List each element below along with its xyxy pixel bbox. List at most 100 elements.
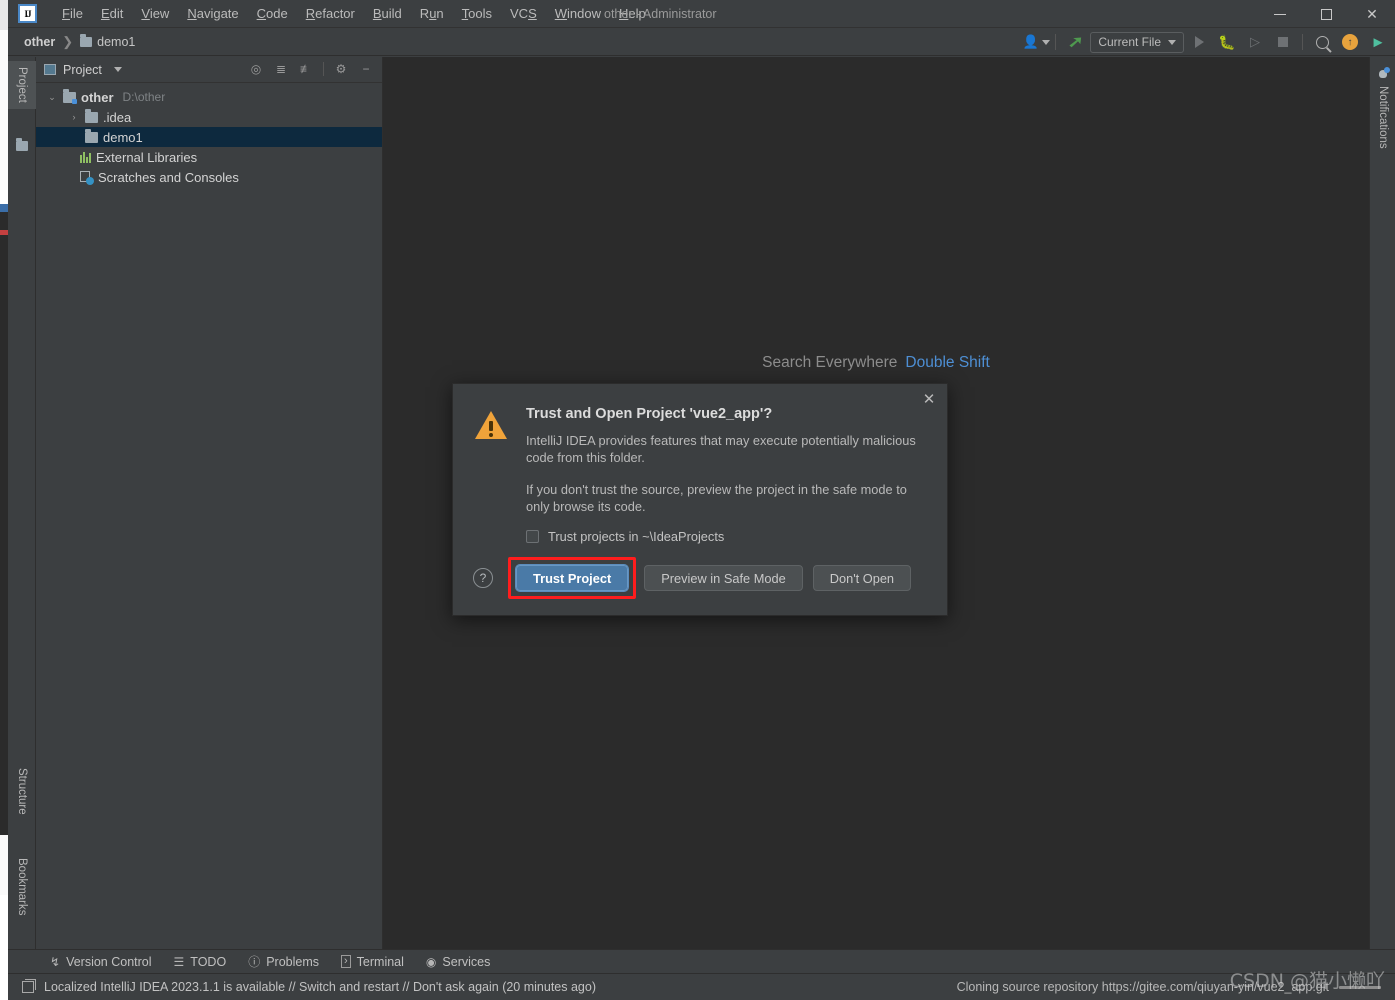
dialog-title: Trust and Open Project 'vue2_app'? bbox=[526, 406, 773, 422]
chevron-down-icon bbox=[113, 67, 122, 72]
breadcrumb-root[interactable]: other bbox=[21, 33, 58, 51]
tree-node-label: Scratches and Consoles bbox=[98, 169, 239, 185]
menu-run[interactable]: Run bbox=[411, 2, 453, 25]
toolbar-divider bbox=[1302, 34, 1303, 50]
tree-node-label: other bbox=[81, 89, 114, 105]
tree-node-demo1[interactable]: demo1 bbox=[36, 127, 382, 147]
trust-project-dialog: ✕ Trust and Open Project 'vue2_app'? Int… bbox=[452, 383, 948, 616]
menu-bar: File Edit View Navigate Code Refactor Bu… bbox=[53, 2, 655, 25]
menu-tools[interactable]: Tools bbox=[453, 2, 501, 25]
menu-code[interactable]: Code bbox=[248, 2, 297, 25]
coverage-icon: ▷ bbox=[1250, 34, 1260, 49]
maximize-button[interactable] bbox=[1303, 0, 1349, 28]
status-bar-left: Localized IntelliJ IDEA 2023.1.1 is avai… bbox=[22, 979, 596, 994]
tool-window-services-label: Services bbox=[442, 954, 491, 969]
ide-assistant-button[interactable]: ► bbox=[1365, 31, 1391, 53]
settings-gear-button[interactable]: ⚙ bbox=[330, 59, 352, 79]
stop-icon bbox=[1278, 37, 1288, 47]
search-everywhere-shortcut: Double Shift bbox=[905, 354, 990, 371]
status-message[interactable]: Localized IntelliJ IDEA 2023.1.1 is avai… bbox=[44, 980, 596, 994]
play-circle-icon: ◉ bbox=[425, 954, 437, 969]
trust-projects-checkbox-row[interactable]: Trust projects in ~\IdeaProjects bbox=[526, 529, 929, 544]
run-configuration-label: Current File bbox=[1098, 35, 1161, 49]
preview-in-safe-mode-button[interactable]: Preview in Safe Mode bbox=[644, 565, 803, 591]
window-title: other - Administrator bbox=[604, 7, 717, 21]
menu-window[interactable]: Window bbox=[546, 2, 610, 25]
search-everywhere-button[interactable] bbox=[1309, 31, 1335, 53]
menu-refactor[interactable]: Refactor bbox=[297, 2, 364, 25]
tree-node-scratches-and-consoles[interactable]: Scratches and Consoles bbox=[36, 167, 382, 187]
sidebar-item-project-icon-slot[interactable] bbox=[8, 135, 36, 157]
tool-window-version-control-label: Version Control bbox=[66, 954, 152, 969]
help-button[interactable]: ? bbox=[473, 568, 493, 588]
tool-window-todo[interactable]: ☰ TODO bbox=[164, 953, 237, 971]
list-icon: ☰ bbox=[173, 954, 185, 969]
dialog-body: Trust and Open Project 'vue2_app'? Intel… bbox=[526, 406, 929, 544]
minimize-icon bbox=[1274, 13, 1286, 15]
breadcrumb-child-label: demo1 bbox=[97, 34, 136, 49]
breadcrumb-child[interactable]: demo1 bbox=[77, 33, 138, 51]
right-tool-strip: Notifications bbox=[1369, 57, 1395, 949]
tree-node-path: D:\other bbox=[122, 90, 166, 104]
sidebar-item-structure[interactable]: Structure bbox=[8, 762, 36, 821]
trust-projects-checkbox-label: Trust projects in ~\IdeaProjects bbox=[548, 529, 725, 545]
tree-node-external-libraries[interactable]: External Libraries bbox=[36, 147, 382, 167]
build-project-button[interactable]: ➚ bbox=[1062, 31, 1088, 53]
collapse-all-button[interactable]: ≢ bbox=[295, 59, 317, 79]
left-tool-strip: Project Structure Bookmarks bbox=[8, 57, 36, 949]
chevron-right-icon[interactable]: › bbox=[68, 112, 80, 122]
run-with-coverage-button[interactable]: ▷ bbox=[1242, 31, 1268, 53]
menu-edit[interactable]: Edit bbox=[92, 2, 132, 25]
sidebar-item-bookmarks-label: Bookmarks bbox=[16, 858, 28, 916]
chevron-down-icon[interactable]: ⌄ bbox=[46, 92, 58, 103]
tool-window-problems[interactable]: ⓘ Problems bbox=[238, 951, 329, 972]
menu-build[interactable]: Build bbox=[364, 2, 411, 25]
sidebar-item-bookmarks[interactable]: Bookmarks bbox=[8, 852, 36, 922]
module-folder-icon bbox=[63, 88, 77, 104]
breadcrumb: other ❯ demo1 bbox=[21, 33, 138, 51]
debug-button[interactable]: 🐛 bbox=[1214, 31, 1240, 53]
menu-view[interactable]: View bbox=[132, 2, 178, 25]
hide-panel-button[interactable]: − bbox=[355, 59, 377, 79]
tree-node-label: External Libraries bbox=[96, 149, 198, 165]
sidebar-item-notifications[interactable]: Notifications bbox=[1370, 63, 1395, 155]
run-configuration-selector[interactable]: Current File bbox=[1090, 31, 1184, 53]
stop-button[interactable] bbox=[1270, 31, 1296, 53]
expand-all-button[interactable]: ≣ bbox=[270, 59, 292, 79]
tree-node-other[interactable]: ⌄ other D:\other bbox=[36, 87, 382, 107]
dont-open-button[interactable]: Don't Open bbox=[812, 565, 912, 591]
tool-window-problems-label: Problems bbox=[266, 954, 319, 969]
title-bar: IJ File Edit View Navigate Code Refactor… bbox=[8, 0, 1395, 28]
project-panel-title[interactable]: Project bbox=[44, 63, 122, 77]
tree-node-idea[interactable]: › .idea bbox=[36, 107, 382, 127]
trust-project-button[interactable]: Trust Project bbox=[514, 564, 630, 592]
chevron-down-icon bbox=[1041, 39, 1050, 45]
updates-button[interactable]: ↑ bbox=[1337, 31, 1363, 53]
menu-navigate[interactable]: Navigate bbox=[178, 2, 247, 25]
dialog-footer: ? Trust Project Preview in Safe Mode Don… bbox=[453, 557, 947, 599]
tree-node-label: demo1 bbox=[103, 129, 143, 145]
trust-projects-checkbox[interactable] bbox=[526, 530, 539, 544]
run-button[interactable] bbox=[1186, 31, 1212, 53]
close-button[interactable]: ✕ bbox=[1349, 0, 1395, 28]
person-icon: 👤 bbox=[1022, 34, 1039, 49]
dialog-paragraph-1: IntelliJ IDEA provides features that may… bbox=[526, 433, 916, 466]
branch-icon: ↯ bbox=[50, 954, 61, 969]
navigation-bar: other ❯ demo1 👤 ➚ Current File 🐛 ▷ ↑ ► bbox=[8, 28, 1395, 56]
status-bar-right: Cloning source repository https://gitee.… bbox=[957, 980, 1381, 994]
chevron-play-icon: ► bbox=[1370, 33, 1386, 51]
ide-window: IJ File Edit View Navigate Code Refactor… bbox=[0, 0, 1395, 1000]
tool-window-services[interactable]: ◉ Services bbox=[416, 953, 500, 971]
menu-file[interactable]: File bbox=[53, 2, 92, 25]
select-opened-file-button[interactable]: ◎ bbox=[245, 59, 267, 79]
folder-icon bbox=[80, 33, 93, 47]
user-account-button[interactable]: 👤 bbox=[1022, 31, 1050, 53]
menu-vcs[interactable]: VCS bbox=[501, 2, 546, 25]
project-panel-title-label: Project bbox=[63, 62, 102, 77]
search-icon bbox=[1315, 35, 1329, 49]
tool-window-version-control[interactable]: ↯ Version Control bbox=[40, 953, 162, 971]
minimize-button[interactable] bbox=[1257, 0, 1303, 28]
tool-window-terminal[interactable]: › Terminal bbox=[331, 953, 414, 971]
library-icon bbox=[80, 151, 91, 163]
sidebar-item-project[interactable]: Project bbox=[8, 61, 36, 109]
